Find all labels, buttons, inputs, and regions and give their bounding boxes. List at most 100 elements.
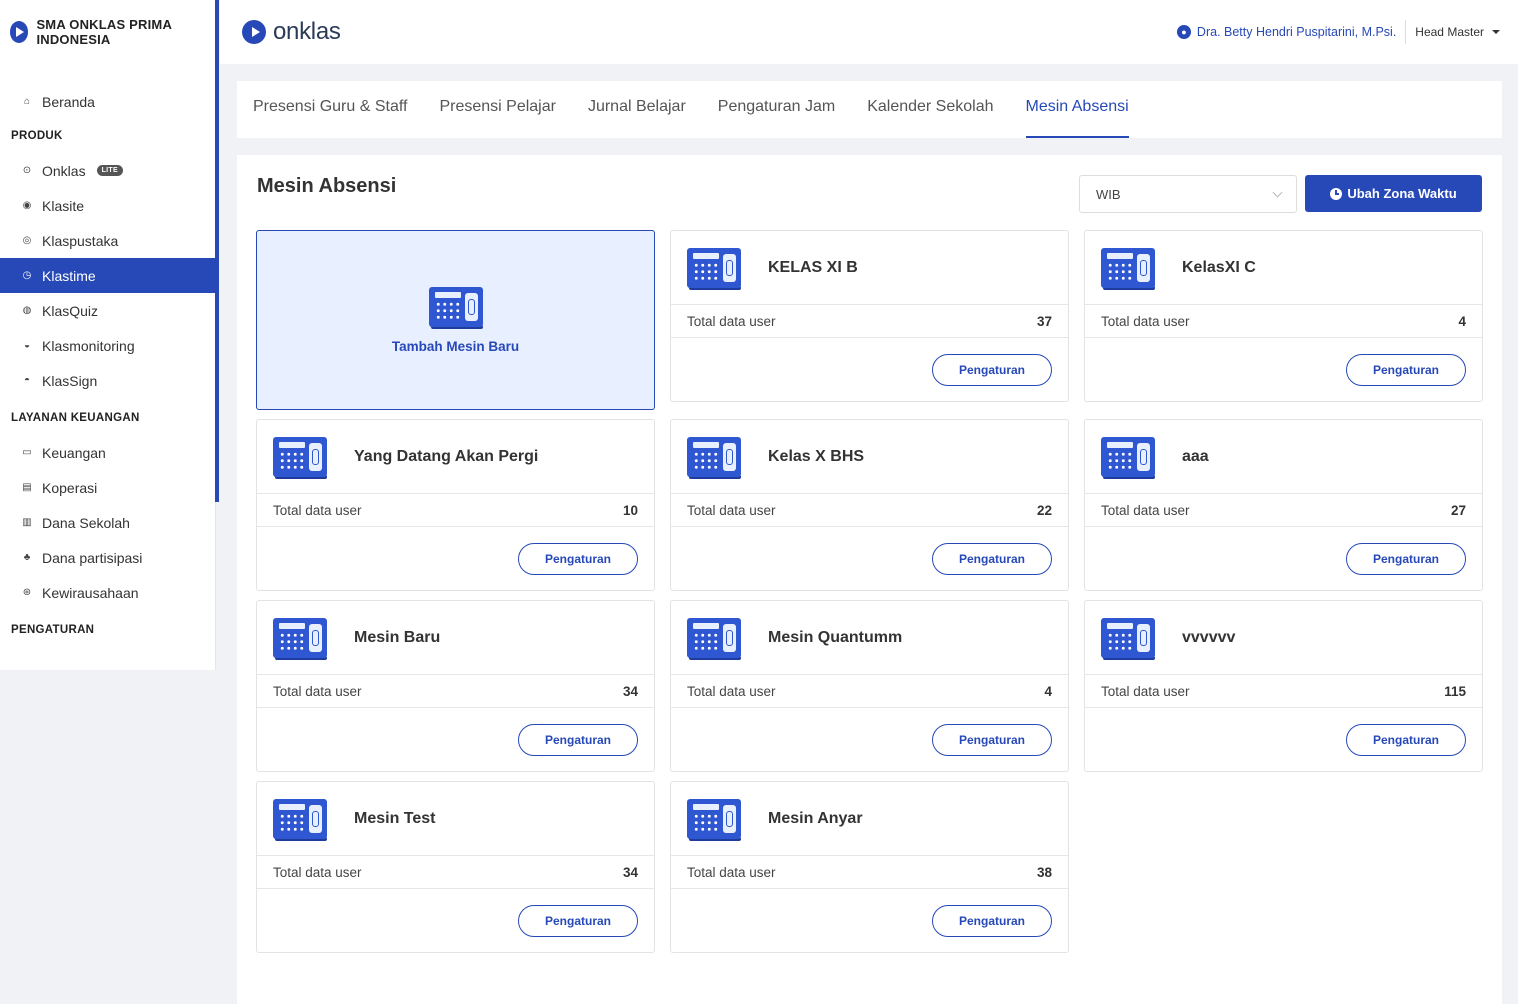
settings-button[interactable]: Pengaturan xyxy=(1346,542,1466,575)
machine-name: vvvvvv xyxy=(1182,628,1236,646)
settings-button[interactable]: Pengaturan xyxy=(1346,353,1466,386)
stat-count: 4 xyxy=(1458,313,1466,329)
home-icon: ⌂ xyxy=(23,96,31,107)
stat-count: 38 xyxy=(1036,864,1052,880)
sidebar-item-klasquiz[interactable]: ◍ KlasQuiz xyxy=(0,293,215,328)
machine-card-header: KelasXI C xyxy=(1085,231,1482,305)
entrepreneur-icon: ⊛ xyxy=(22,587,32,598)
machine-card-footer: Pengaturan xyxy=(1085,527,1482,590)
machine-name: Mesin Test xyxy=(354,809,436,827)
settings-button[interactable]: Pengaturan xyxy=(932,353,1052,386)
klassign-icon: ◓ xyxy=(23,375,31,386)
tab-bar: Presensi Guru & Staff Presensi Pelajar Jur… xyxy=(237,81,1502,138)
settings-button[interactable]: Pengaturan xyxy=(932,542,1052,575)
sidebar-item-klassign[interactable]: ◓ KlasSign xyxy=(0,363,215,398)
user-icon: ● xyxy=(1176,25,1191,39)
stat-count: 27 xyxy=(1450,502,1466,518)
machine-card: Mesin Anyar Total data user 38 Pengaturan xyxy=(670,781,1069,953)
sidebar-item-koperasi[interactable]: ▤ Koperasi xyxy=(0,470,215,505)
attendance-machine-icon xyxy=(687,798,741,841)
attendance-machine-icon xyxy=(428,286,483,329)
settings-button[interactable]: Pengaturan xyxy=(518,542,638,575)
tab-jurnal-belajar[interactable]: Jurnal Belajar xyxy=(588,81,686,138)
settings-button[interactable]: Pengaturan xyxy=(518,904,638,937)
machine-user-stat: Total data user 4 xyxy=(671,675,1068,708)
klasite-icon: ◉ xyxy=(22,200,32,211)
machine-card-footer: Pengaturan xyxy=(1085,338,1482,401)
sidebar-item-klastime[interactable]: ◷ Klastime xyxy=(0,258,215,293)
onklas-logo[interactable]: onklas xyxy=(242,18,341,46)
sidebar-item-label: Beranda xyxy=(42,93,95,110)
stat-label: Total data user xyxy=(273,864,362,880)
sidebar-item-dana-sekolah[interactable]: ▥ Dana Sekolah xyxy=(0,505,215,540)
sidebar-item-label: Klasite xyxy=(42,197,85,214)
sidebar-item-klasmonitoring[interactable]: ◒ Klasmonitoring xyxy=(0,328,215,363)
machine-name: aaa xyxy=(1182,447,1209,465)
sidebar-item-beranda[interactable]: ⌂ Beranda xyxy=(0,84,215,119)
tab-mesin-absensi[interactable]: Mesin Absensi xyxy=(1025,81,1129,138)
machine-card: Mesin Test Total data user 34 Pengaturan xyxy=(256,781,655,953)
onklas-icon: ⊙ xyxy=(22,165,32,176)
tab-presensi-pelajar[interactable]: Presensi Pelajar xyxy=(439,81,556,138)
attendance-machine-icon xyxy=(1101,436,1155,479)
add-machine-label: Tambah Mesin Baru xyxy=(391,338,520,354)
machine-grid: Tambah Mesin Baru KELAS XI B Total data u… xyxy=(256,230,1483,953)
settings-button[interactable]: Pengaturan xyxy=(518,723,638,756)
klaspustaka-icon: ◎ xyxy=(22,235,32,246)
tab-kalender-sekolah[interactable]: Kalender Sekolah xyxy=(867,81,993,138)
machine-name: Mesin Baru xyxy=(354,628,441,646)
sidebar-item-label: Keuangan xyxy=(42,444,106,461)
machine-user-stat: Total data user 37 xyxy=(671,305,1068,338)
stat-count: 34 xyxy=(622,683,638,699)
machine-user-stat: Total data user 27 xyxy=(1085,494,1482,527)
tab-pengaturan-jam[interactable]: Pengaturan Jam xyxy=(718,81,835,138)
stat-count: 4 xyxy=(1044,683,1052,699)
stat-count: 37 xyxy=(1036,313,1052,329)
sidebar-item-kewirausahaan[interactable]: ⊛ Kewirausahaan xyxy=(0,575,215,610)
sidebar: SMA ONKLAS PRIMA INDONESIA ⌂ Beranda PRO… xyxy=(0,0,219,670)
user-profile-link[interactable]: ● Dra. Betty Hendri Puspitarini, M.Psi. xyxy=(1176,25,1396,39)
settings-button[interactable]: Pengaturan xyxy=(932,723,1052,756)
settings-button[interactable]: Pengaturan xyxy=(1346,723,1466,756)
add-machine-card[interactable]: Tambah Mesin Baru xyxy=(256,230,655,410)
school-name: SMA ONKLAS PRIMA INDONESIA xyxy=(36,17,172,47)
sidebar-scrollbar[interactable] xyxy=(215,0,219,502)
sidebar-item-klasite[interactable]: ◉ Klasite xyxy=(0,188,215,223)
change-timezone-button[interactable]: Ubah Zona Waktu xyxy=(1305,175,1482,212)
participation-icon: ♣ xyxy=(23,552,31,563)
sidebar-item-klaspustaka[interactable]: ◎ Klaspustaka xyxy=(0,223,215,258)
klasmonitoring-icon: ◒ xyxy=(23,340,31,351)
sidebar-item-keuangan[interactable]: ▭ Keuangan xyxy=(0,435,215,470)
stat-count: 22 xyxy=(1036,502,1052,518)
machine-card-footer: Pengaturan xyxy=(257,708,654,771)
attendance-machine-icon xyxy=(273,798,327,841)
machine-card-header: vvvvvv xyxy=(1085,601,1482,675)
machine-card-header: Yang Datang Akan Pergi xyxy=(257,420,654,494)
sidebar-item-dana-partisipasi[interactable]: ♣ Dana partisipasi xyxy=(0,540,215,575)
attendance-machine-icon xyxy=(687,617,741,660)
sidebar-item-label: Klaspustaka xyxy=(42,232,119,249)
machine-user-stat: Total data user 38 xyxy=(671,856,1068,889)
machine-card-footer: Pengaturan xyxy=(671,889,1068,952)
school-fund-icon: ▥ xyxy=(22,517,32,528)
stat-label: Total data user xyxy=(687,502,776,518)
sidebar-item-label: KlasQuiz xyxy=(42,302,99,319)
user-menu: ● Dra. Betty Hendri Puspitarini, M.Psi. … xyxy=(1176,20,1500,44)
sidebar-item-label: Koperasi xyxy=(42,479,98,496)
machine-card-header: Mesin Anyar xyxy=(671,782,1068,856)
tab-presensi-guru-staff[interactable]: Presensi Guru & Staff xyxy=(253,81,407,138)
settings-button[interactable]: Pengaturan xyxy=(932,904,1052,937)
machine-name: Mesin Quantumm xyxy=(768,628,903,646)
machine-card-footer: Pengaturan xyxy=(1085,708,1482,771)
machine-card-header: Mesin Test xyxy=(257,782,654,856)
machine-card: Kelas X BHS Total data user 22 Pengaturan xyxy=(670,419,1069,591)
timezone-select[interactable]: WIB xyxy=(1079,175,1297,213)
sidebar-item-onklas[interactable]: ⊙ Onklas LITE xyxy=(0,153,215,188)
machine-card-header: Kelas X BHS xyxy=(671,420,1068,494)
machine-user-stat: Total data user 115 xyxy=(1085,675,1482,708)
role-dropdown[interactable]: Head Master xyxy=(1415,25,1500,39)
sidebar-item-label: Onklas xyxy=(42,162,86,179)
machine-name: Mesin Anyar xyxy=(768,809,863,827)
machine-user-stat: Total data user 10 xyxy=(257,494,654,527)
machine-card-footer: Pengaturan xyxy=(671,338,1068,401)
